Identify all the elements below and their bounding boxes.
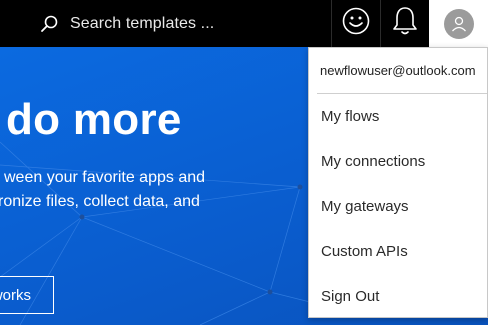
top-bar: Search templates ... <box>0 0 488 47</box>
hero-title: do more <box>6 95 182 144</box>
user-avatar-icon <box>451 16 466 31</box>
notifications-button[interactable] <box>380 0 428 47</box>
account-email: newflowuser@outlook.com <box>320 63 476 78</box>
hero-description-line-2: ronize files, collect data, and <box>0 193 200 210</box>
bell-icon <box>391 5 419 42</box>
search-box[interactable]: Search templates ... <box>38 7 328 41</box>
search-placeholder: Search templates ... <box>70 15 215 32</box>
account-button[interactable] <box>429 0 488 47</box>
menu-item-custom-apis[interactable]: Custom APIs <box>309 229 487 274</box>
search-icon[interactable] <box>38 13 60 35</box>
hero-description-line-1: ween your favorite apps and <box>4 169 206 186</box>
avatar <box>443 8 474 39</box>
menu-item-my-connections[interactable]: My connections <box>309 139 487 184</box>
menu-item-sign-out[interactable]: Sign Out <box>309 274 487 319</box>
menu-item-my-flows[interactable]: My flows <box>309 94 487 139</box>
hero-cta-button[interactable]: works <box>0 276 54 314</box>
smiley-icon <box>341 6 371 41</box>
feedback-button[interactable] <box>331 0 379 47</box>
account-menu: newflowuser@outlook.com My flows My conn… <box>308 47 488 318</box>
menu-item-my-gateways[interactable]: My gateways <box>309 184 487 229</box>
